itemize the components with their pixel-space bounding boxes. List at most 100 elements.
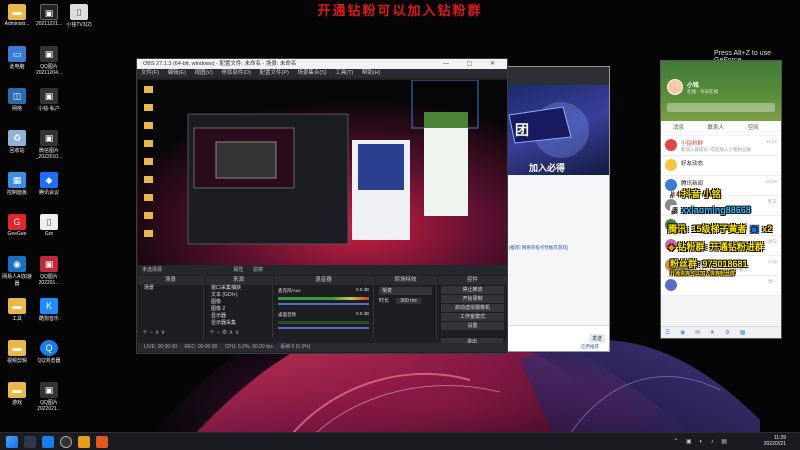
list-item[interactable]: 周一 [661,276,781,296]
scenes-header: 场景 [138,276,203,285]
obs-icon[interactable] [60,436,72,448]
desktop: 开通钻粉可以加入钻粉群 Press Alt+Z to use GeForce ▬… [0,0,800,450]
window-controls[interactable]: — ▢ ✕ [443,59,503,69]
mixer-channel-mic[interactable]: 麦克风/Aux 0.0 dB [274,285,373,309]
computer-icon: ▭ [8,46,26,62]
chat-bottom-toolbar[interactable]: ☰ ◉ ✉ ★ ⚙ ▦ [661,326,781,338]
browser-footer-link[interactable]: [推荐] 网络审核点赞推荐游戏] [509,245,568,251]
menu-docks[interactable]: 停靠部件(D) [221,70,251,76]
tab-contacts[interactable]: 联系人 [708,125,725,131]
desktop-icon-file[interactable]: ▯ Gor [32,214,66,237]
list-item[interactable]: 小铭粉群 新加入群成员: 欢迎加入小铭粉丝群 11:22 [661,136,781,156]
image-icon: ▣ [40,88,58,104]
scenes-dock: 场景 场景 ＋ − ∧ ∨ [138,276,204,338]
desktop-icon-tencent-meeting[interactable]: ◆ 腾讯会议 [32,172,66,196]
chat-tabs: 消息 联系人 空间 [661,121,781,135]
desktop-icon-network[interactable]: ◫ 网络 [0,88,34,112]
mic-meter [278,297,369,300]
app-icon[interactable] [96,436,108,448]
desktop-icon-network-ai[interactable]: ◉ 网易人AI加速器 [0,256,34,287]
send-button[interactable]: 发送 [588,334,605,343]
mic-volume-slider[interactable] [278,303,369,305]
menu-view[interactable]: 视图(V) [194,70,212,76]
scene-controls[interactable]: ＋ − ∧ ∨ [142,327,165,336]
obs-window[interactable]: OBS 27.1.3 (64-bit, windows) - 配置文件: 未命名… [136,58,508,354]
profile-status: 在线 · 今日在线 [687,89,718,94]
properties-button[interactable]: 属性 [233,267,243,273]
browser-icon: Q [40,340,58,356]
desktop-icon-xiaoming-exe[interactable]: ▯ 小铭TV3(2) [62,4,96,28]
tab-space[interactable]: 空间 [748,125,759,131]
desktop-icon-geegee[interactable]: G GeeGee [0,214,34,237]
taskbar: ⌃ ▣ ◐ ♪ ▤ 11:39 2022/2/21 [0,432,800,450]
obs-titlebar[interactable]: OBS 27.1.3 (64-bit, windows) - 配置文件: 未命名… [137,59,507,69]
source-item[interactable]: 图像 2 [205,306,272,313]
avatar[interactable] [667,79,683,95]
folder-icon: ▬ [8,382,26,398]
browser-input-area[interactable]: 发送 应用推荐 [501,325,609,351]
virtual-camera-button[interactable]: 启动虚拟摄像机 [441,304,504,312]
desktop-icon-qq-browser[interactable]: Q QQ浏览器 [32,340,66,364]
menu-edit[interactable]: 编辑(E) [168,70,186,76]
desktop-icon-control-panel[interactable]: ▦ 控制面板 [0,172,34,196]
source-item[interactable]: 窗口采集捕获 [205,285,272,292]
list-item[interactable]: 好友动态 [661,156,781,176]
edge-icon[interactable] [42,436,54,448]
source-item[interactable]: 图像 [205,299,272,306]
desktop-icon-tools[interactable]: ▬ 工具 [0,298,34,322]
stop-streaming-button[interactable]: 停止推流 [441,286,504,294]
source-item[interactable]: 显示器 [205,313,272,320]
desktop-icon-wechat-image[interactable]: ▣ 微信图片_2022010... [32,130,66,160]
mic-level: 0.0 dB [355,287,369,292]
studio-mode-button[interactable]: 工作室模式 [441,313,504,321]
overlay-fangroup: ◆ 钻粉群: 开通钻粉进群 [668,242,764,252]
desktop-icon-video-editing[interactable]: ▬ 视频剪辑 [0,340,34,364]
desktop-icon-administrator[interactable]: ▬ Administr... [0,4,34,27]
desktop-icon-qq-image-2[interactable]: ▣ QQ图片202201... [32,256,66,286]
desktop-icon-computer[interactable]: ▭ 此电脑 [0,46,34,70]
system-tray[interactable]: ⌃ ▣ ◐ ♪ ▤ [673,438,730,445]
chat-search-input[interactable] [667,103,775,112]
desktop-icon-qq-image-1[interactable]: ▣ QQ图片20211204... [32,46,66,76]
desktop-icon-screenshot[interactable]: ▣ 20211221... [32,4,66,27]
apply-button[interactable]: 应用推荐 [581,344,599,350]
duration-label: 时长 [379,298,390,304]
scene-item[interactable]: 场景 [138,285,203,292]
menu-tools[interactable]: 工具(T) [335,70,353,76]
transition-duration: 时长 300 ms [379,297,432,304]
mic-label: 麦克风/Aux [278,288,301,293]
file-icon: ▯ [40,214,58,230]
desktop-volume-slider[interactable] [278,327,369,329]
desktop-icon-kugou[interactable]: K 酷狗音乐 [32,298,66,322]
desktop-icon-qq-image-3[interactable]: ▣ QQ图片2022021... [32,382,66,412]
menu-profile[interactable]: 配置文件(P) [259,70,288,76]
source-item[interactable]: 文本 (GDI+) [205,292,272,299]
menu-scene-collection[interactable]: 场景集合(S) [297,70,326,76]
menu-help[interactable]: 帮助(H) [362,70,381,76]
start-recording-button[interactable]: 开始录制 [441,295,504,303]
start-icon[interactable] [6,436,18,448]
image-icon: ▣ [40,256,58,272]
desktop-icon-games[interactable]: ▬ 游戏 [0,382,34,406]
mixer-channel-desktop[interactable]: 桌面音频 0.0 dB [274,309,373,333]
transition-select[interactable]: 渐变 [379,287,432,295]
filters-button[interactable]: 滤镜 [253,267,263,273]
duration-input[interactable]: 300 ms [396,298,421,304]
desktop-icon-recycle[interactable]: ♻ 回收站 [0,130,34,154]
browser-window[interactable]: 团 加入必得 [推荐] 网络审核点赞推荐游戏] 发送 应用推荐 [500,66,610,352]
taskbar-clock[interactable]: 11:39 2022/2/21 [764,435,786,447]
diamond-icon: ◆ [668,242,675,252]
tab-messages[interactable]: 消息 [673,125,684,131]
overlay-douyin: ♪ +抖音 小铭 [670,189,721,199]
desktop-audio-meter [278,321,369,324]
stream-banner-image: 团 加入必得 [501,85,609,175]
settings-button[interactable]: 设置 [441,322,504,330]
app-icon[interactable] [78,436,90,448]
steam-icon[interactable] [24,436,36,448]
menu-file[interactable]: 文件(F) [141,70,159,76]
desktop-icon-xiaoming-private[interactable]: ▣ 小铭-私户 [32,88,66,112]
source-item[interactable]: 显示器采集 [205,320,272,327]
source-controls[interactable]: ＋ − ⚙ ∧ ∨ [209,327,239,336]
obs-preview[interactable] [138,80,507,265]
obs-menubar: 文件(F) 编辑(E) 视图(V) 停靠部件(D) 配置文件(P) 场景集合(S… [137,69,507,78]
